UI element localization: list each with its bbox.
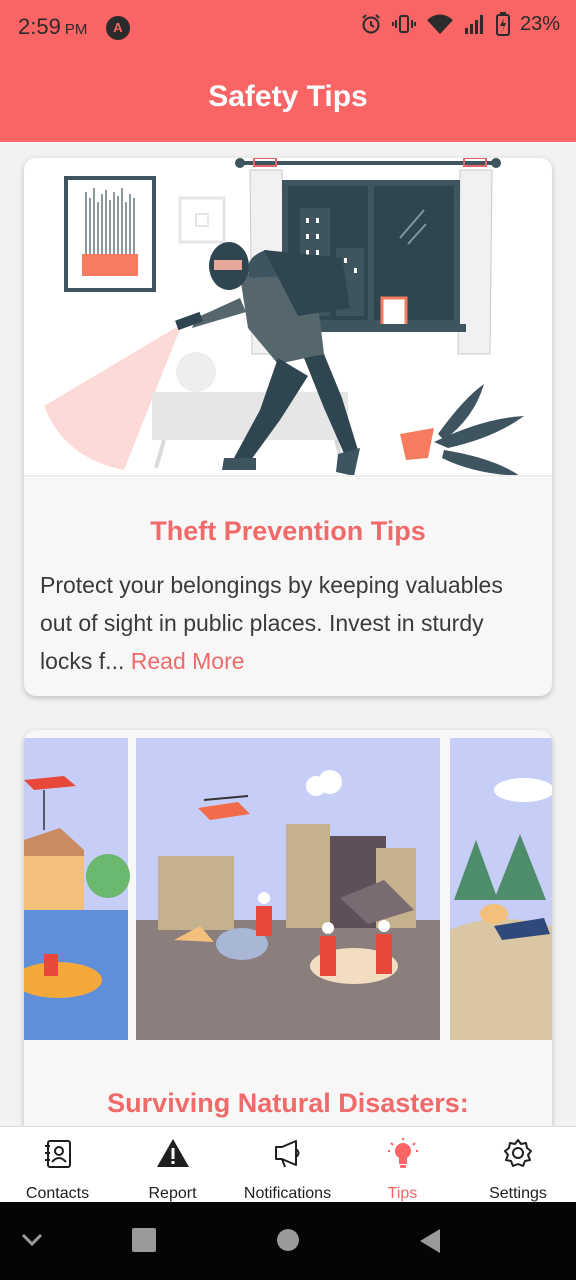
gear-icon (504, 1139, 532, 1167)
nav-tips[interactable]: Tips (345, 1127, 460, 1203)
battery-percentage: 23% (519, 12, 560, 35)
app-bar: Safety Tips (0, 56, 576, 142)
status-time-ampm: PM (64, 21, 88, 38)
tip-card-summary: Protect your belongings by keeping valua… (40, 572, 503, 674)
nav-label: Report (148, 1185, 197, 1202)
battery-icon (495, 12, 510, 36)
status-time-value: 2:59 (18, 14, 61, 39)
nav-notifications[interactable]: Notifications (230, 1127, 345, 1203)
megaphone-icon (274, 1140, 299, 1168)
page-title: Safety Tips (208, 80, 368, 113)
signal-icon (464, 15, 483, 34)
recents-button-icon[interactable] (132, 1228, 156, 1252)
app-notification-icon: A (106, 16, 130, 40)
nav-settings[interactable]: Settings (460, 1127, 576, 1203)
back-button-icon[interactable] (418, 1228, 442, 1254)
landslide-illustration (450, 738, 552, 1040)
wifi-icon (426, 14, 453, 34)
status-bar: 2:59 PM A 23% (0, 0, 576, 56)
tip-card-disasters[interactable]: Surviving Natural Disasters: (24, 730, 552, 1126)
nav-contacts[interactable]: Contacts (0, 1127, 115, 1203)
earthquake-illustration (136, 738, 440, 1040)
warning-icon (156, 1139, 189, 1167)
vibrate-icon (391, 15, 416, 33)
read-more-link[interactable]: Read More (131, 648, 245, 674)
tip-card-title: Theft Prevention Tips (150, 516, 426, 546)
nav-label: Tips (387, 1185, 418, 1202)
home-button-icon[interactable] (276, 1228, 300, 1252)
nav-label: Settings (489, 1185, 547, 1202)
nav-report[interactable]: Report (115, 1127, 230, 1203)
chevron-down-icon[interactable] (20, 1232, 44, 1248)
disaster-image-carousel[interactable] (24, 730, 552, 1050)
status-icons: 23% (360, 12, 560, 36)
status-time: 2:59 PM (18, 14, 87, 40)
tip-card-theft[interactable]: Theft Prevention Tips Protect your belon… (24, 158, 552, 696)
system-navigation-bar (0, 1202, 576, 1280)
lightbulb-icon (387, 1138, 418, 1168)
nav-label: Notifications (243, 1185, 332, 1202)
tips-list[interactable]: Theft Prevention Tips Protect your belon… (0, 142, 576, 1126)
tip-card-title: Surviving Natural Disasters: (107, 1088, 469, 1118)
nav-label: Contacts (25, 1185, 90, 1202)
bottom-navigation: Contacts Report Notifications Tips Setti… (0, 1126, 576, 1202)
flood-illustration (24, 738, 130, 1040)
tip-card-text: Protect your belongings by keeping valua… (40, 566, 536, 680)
contacts-icon (44, 1140, 71, 1168)
alarm-icon (362, 14, 380, 34)
theft-illustration (24, 158, 552, 478)
